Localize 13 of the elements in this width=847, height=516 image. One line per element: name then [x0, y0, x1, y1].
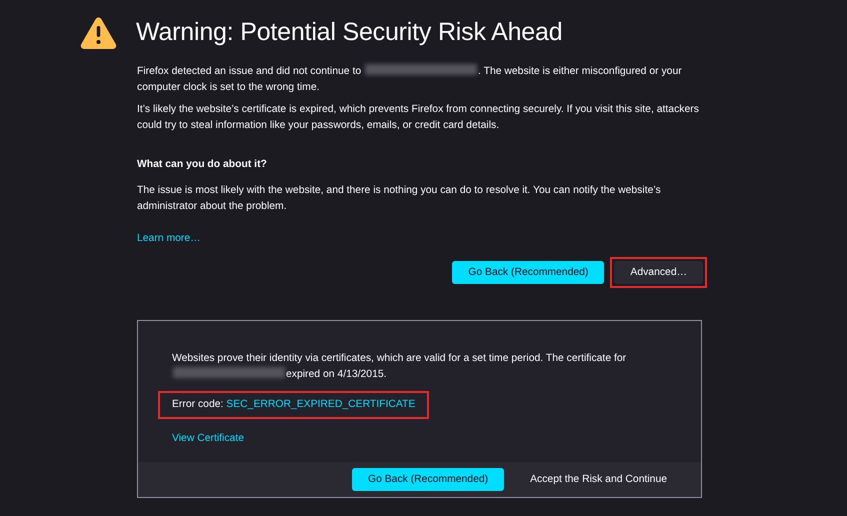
section-heading: What can you do about it? — [137, 158, 268, 172]
certificate-paragraph: Websites prove their identity via certificates, which are valid for a set time period. The certificate for expired on 4/13/2015. — [172, 352, 628, 382]
view-certificate-link[interactable]: View Certificate — [172, 431, 244, 447]
go-back-button[interactable]: Go Back (Recommended) — [452, 261, 604, 284]
warning-icon — [80, 16, 117, 48]
advice-paragraph: The issue is most likely with the website, and there is nothing you can do to resolve it. You can notify the website’s administrator about the problem. — [137, 184, 662, 214]
go-back-button[interactable]: Go Back (Recommended) — [352, 468, 504, 491]
error-code-link[interactable]: SEC_ERROR_EXPIRED_CERTIFICATE — [226, 399, 416, 410]
warning-paragraph: Firefox detected an issue and did not continue to . The website is either misconfigured or your computer clock is set to the wrong time. — [137, 64, 683, 95]
page-title: Warning: Potential Security Risk Ahead — [136, 18, 562, 46]
learn-more-link[interactable]: Learn more… — [137, 231, 201, 247]
warning-paragraph: It’s likely the website’s certificate is expired, which prevents Firefox from connecting securely. If you visit this site, attackers could try to steal information like your passwords, emails, or credit card details. — [137, 103, 700, 133]
advanced-button[interactable]: Advanced… — [614, 261, 703, 284]
